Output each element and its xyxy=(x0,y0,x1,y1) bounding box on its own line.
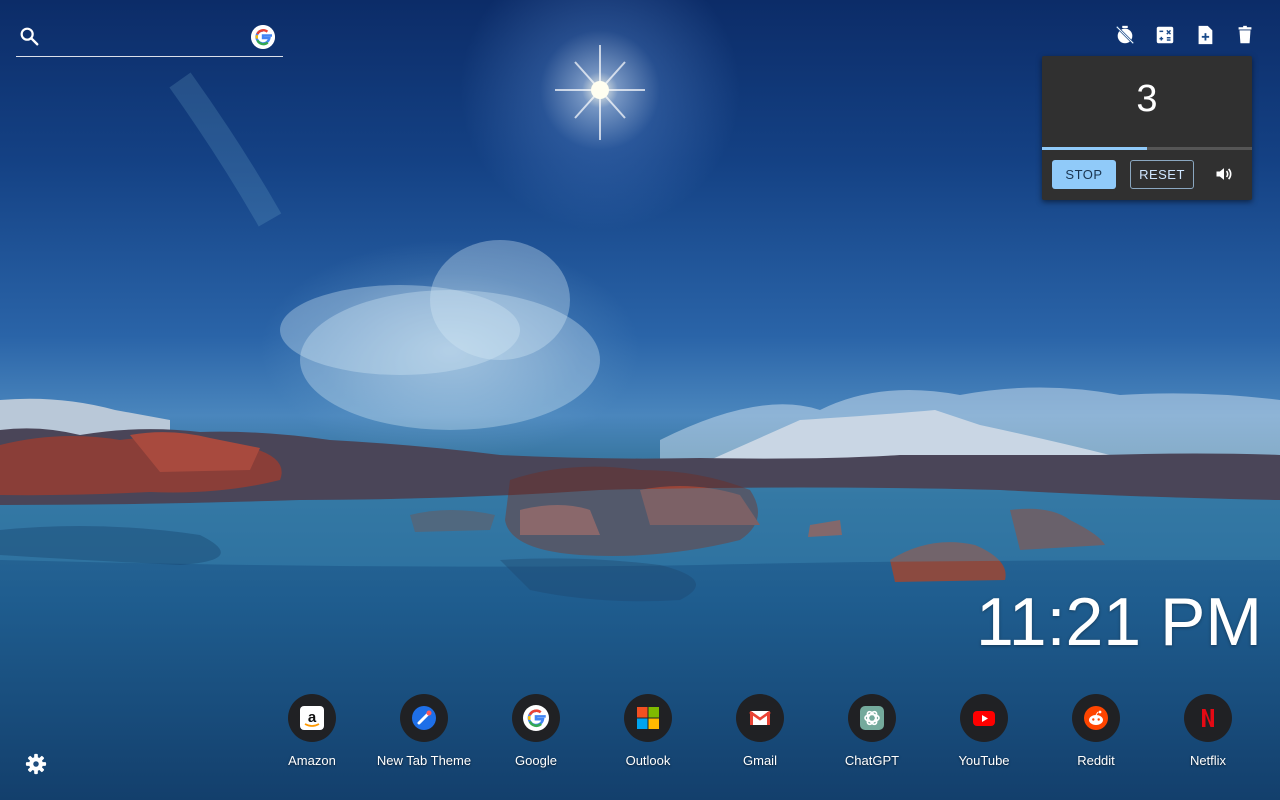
amazon-icon: a xyxy=(300,706,324,730)
google-icon[interactable] xyxy=(251,25,275,49)
reddit-icon xyxy=(1084,706,1108,730)
shortcut-label: Gmail xyxy=(743,753,777,768)
shortcut-bar: a Amazon New Tab Theme Google Outlook Gm… xyxy=(256,694,1264,768)
timer-off-icon[interactable] xyxy=(1114,24,1136,46)
timer-progress-bar xyxy=(1042,147,1252,150)
svg-text:a: a xyxy=(308,709,317,726)
shortcut-label: Reddit xyxy=(1077,753,1115,768)
gmail-icon xyxy=(749,710,771,725)
toolbar xyxy=(1114,24,1256,46)
search-input[interactable] xyxy=(48,24,252,52)
shortcut-label: ChatGPT xyxy=(844,753,900,768)
outlook-icon xyxy=(637,707,659,729)
shortcut-reddit[interactable]: Reddit xyxy=(1040,694,1152,768)
shortcut-label: YouTube xyxy=(958,753,1010,768)
shortcut-chatgpt[interactable]: ChatGPT xyxy=(816,694,928,768)
chatgpt-icon xyxy=(860,706,884,730)
netflix-icon xyxy=(1202,709,1214,727)
gear-icon[interactable] xyxy=(25,753,47,775)
shortcut-label: Netflix xyxy=(1189,753,1227,768)
timer-count: 3 xyxy=(1136,78,1158,120)
timer-widget: 3 STOP RESET xyxy=(1042,56,1252,200)
new-tab-theme-icon xyxy=(412,706,436,730)
search-bar xyxy=(16,22,283,57)
shortcut-youtube[interactable]: YouTube xyxy=(928,694,1040,768)
shortcut-label: Outlook xyxy=(625,753,671,768)
trash-icon[interactable] xyxy=(1234,24,1256,46)
timer-progress-fill xyxy=(1042,147,1147,150)
note-add-icon[interactable] xyxy=(1194,24,1216,46)
shortcut-label: New Tab Theme xyxy=(376,753,472,768)
volume-icon[interactable] xyxy=(1214,164,1234,184)
reset-button[interactable]: RESET xyxy=(1130,160,1194,189)
shortcut-google[interactable]: Google xyxy=(480,694,592,768)
shortcut-label: Google xyxy=(515,753,557,768)
shortcut-new-tab-theme[interactable]: New Tab Theme xyxy=(368,694,480,768)
stop-button[interactable]: STOP xyxy=(1052,160,1116,189)
shortcut-gmail[interactable]: Gmail xyxy=(704,694,816,768)
youtube-icon xyxy=(973,711,995,726)
shortcut-outlook[interactable]: Outlook xyxy=(592,694,704,768)
google-icon xyxy=(523,705,549,731)
search-icon[interactable] xyxy=(18,25,40,47)
shortcut-amazon[interactable]: a Amazon xyxy=(256,694,368,768)
calculator-icon[interactable] xyxy=(1154,24,1176,46)
clock: 11:21 PM xyxy=(975,584,1262,660)
shortcut-label: Amazon xyxy=(288,753,336,768)
shortcut-netflix[interactable]: Netflix xyxy=(1152,694,1264,768)
